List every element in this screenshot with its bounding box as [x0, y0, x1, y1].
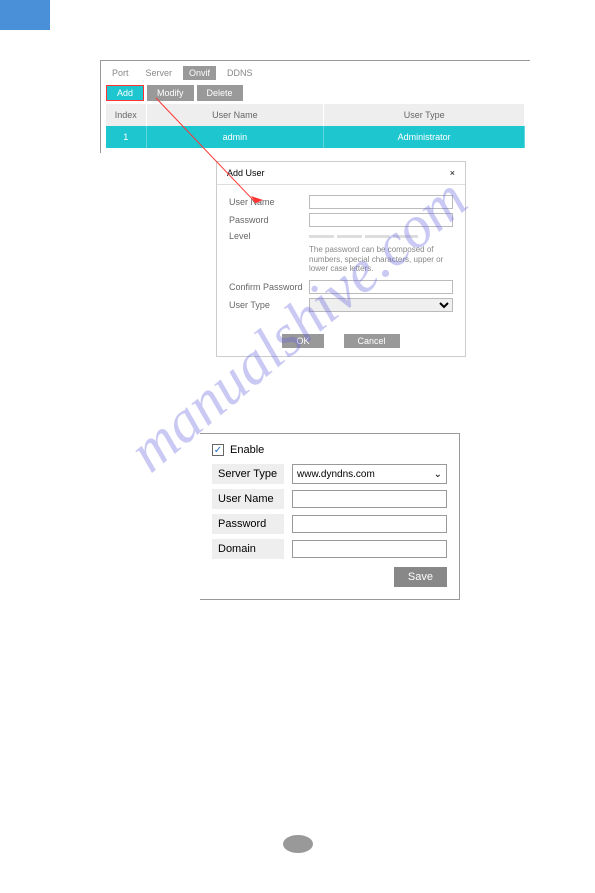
modify-button[interactable]: Modify	[147, 85, 194, 101]
action-buttons: Add Modify Delete	[106, 85, 525, 101]
th-username: User Name	[146, 104, 324, 126]
enable-checkbox[interactable]: ✓	[212, 444, 224, 456]
tab-server[interactable]: Server	[140, 66, 179, 80]
ddns-password-field[interactable]	[292, 515, 447, 533]
add-button[interactable]: Add	[106, 85, 144, 101]
cell-index: 1	[106, 126, 146, 148]
label-ddns-password: Password	[212, 514, 284, 534]
close-icon[interactable]: ×	[450, 168, 455, 178]
tabs-bar: Port Server Onvif DDNS	[106, 66, 525, 80]
add-user-dialog: Add User × User Name Password Level	[216, 161, 466, 357]
cell-usertype: Administrator	[324, 126, 525, 148]
enable-label: Enable	[230, 444, 264, 456]
cancel-button[interactable]: Cancel	[344, 334, 400, 348]
label-server-type: Server Type	[212, 464, 284, 484]
username-field[interactable]	[309, 195, 453, 209]
label-ddns-username: User Name	[212, 489, 284, 509]
table-row[interactable]: 1 admin Administrator	[106, 126, 525, 148]
chevron-down-icon: ⌄	[434, 469, 442, 480]
tab-ddns[interactable]: DDNS	[221, 66, 259, 80]
save-button[interactable]: Save	[394, 567, 447, 587]
tab-onvif[interactable]: Onvif	[183, 66, 216, 80]
label-ddns-domain: Domain	[212, 539, 284, 559]
tab-port[interactable]: Port	[106, 66, 135, 80]
ddns-domain-field[interactable]	[292, 540, 447, 558]
page-number	[283, 835, 313, 853]
usertype-select[interactable]	[309, 298, 453, 312]
label-username: User Name	[229, 197, 309, 207]
ddns-username-field[interactable]	[292, 490, 447, 508]
th-usertype: User Type	[324, 104, 525, 126]
password-hint: The password can be composed of numbers,…	[309, 245, 453, 274]
user-table: Index User Name User Type 1 admin Admini…	[106, 104, 525, 148]
cell-username: admin	[146, 126, 324, 148]
server-type-value: www.dyndns.com	[297, 469, 375, 480]
label-level: Level	[229, 231, 309, 241]
header-accent	[0, 0, 50, 30]
th-index: Index	[106, 104, 146, 126]
label-password: Password	[229, 215, 309, 225]
password-field[interactable]	[309, 213, 453, 227]
delete-button[interactable]: Delete	[197, 85, 243, 101]
confirm-password-field[interactable]	[309, 280, 453, 294]
onvif-user-section: Port Server Onvif DDNS Add Modify Delete…	[100, 60, 530, 153]
label-confirm: Confirm Password	[229, 282, 309, 292]
level-indicator	[309, 235, 418, 238]
server-type-select[interactable]: www.dyndns.com ⌄	[292, 464, 447, 484]
label-usertype: User Type	[229, 300, 309, 310]
dialog-title: Add User	[227, 168, 265, 178]
ok-button[interactable]: OK	[282, 334, 323, 348]
ddns-form-section: ✓ Enable Server Type www.dyndns.com ⌄ Us…	[200, 433, 460, 600]
